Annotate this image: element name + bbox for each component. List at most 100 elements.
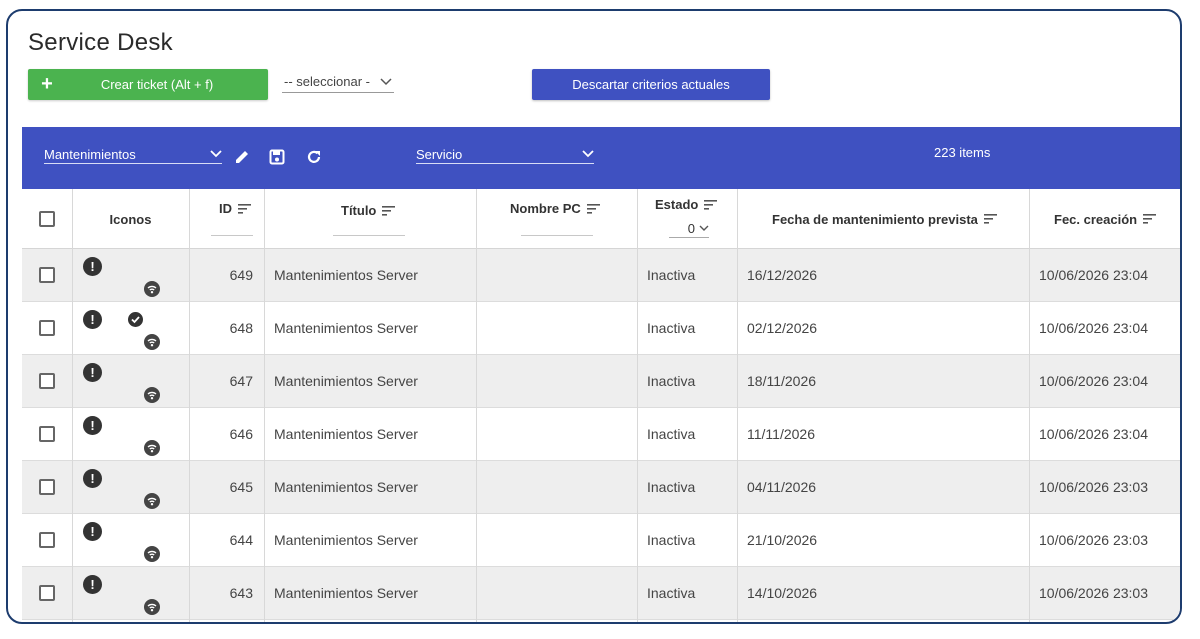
row-checkbox[interactable] [39,585,55,601]
status-filter-select[interactable]: 0 [669,220,709,238]
status-filter-value: 0 [687,221,695,236]
row-pc-name [476,514,637,566]
row-status: Inactiva [647,320,696,336]
view-select[interactable]: Mantenimientos [44,145,222,164]
title-filter-input[interactable] [333,235,405,236]
col-pc-name[interactable]: Nombre PC [476,189,637,249]
row-status: Inactiva [647,532,696,548]
row-created: 10/06/2026 23:04 [1039,373,1148,389]
sort-icon[interactable] [238,202,251,217]
alert-icon: ! [83,575,102,594]
template-select[interactable]: -- seleccionar - [282,71,394,93]
row-title[interactable]: Mantenimientos Server [264,514,476,566]
chevron-down-icon [699,225,709,231]
row-maint-date: 02/12/2026 [747,320,818,336]
row-icons: ! [72,408,189,460]
row-icons: ! [72,461,189,513]
app-window: Service Desk + Crear ticket (Alt + f) --… [6,9,1182,624]
chevron-down-icon [582,150,594,158]
row-status: Inactiva [647,426,696,442]
wifi-icon [144,387,160,403]
service-select-value: Servicio [416,146,463,162]
table-header: Iconos ID Título Nombre PC Estado 0 Fech… [22,189,1180,249]
alert-icon: ! [83,522,102,541]
table-row[interactable]: ! 644 Mantenimientos Server Inactiva 21/… [22,514,1180,567]
col-created[interactable]: Fec. creación [1029,189,1180,249]
create-ticket-label: Crear ticket (Alt + f) [100,77,214,92]
wifi-icon [144,281,160,297]
table-row[interactable]: ! 648 Mantenimientos Server Inactiva 02/… [22,302,1180,355]
col-id[interactable]: ID [189,189,264,249]
row-pc-name [476,302,637,354]
row-checkbox[interactable] [39,532,55,548]
service-select[interactable]: Servicio [416,145,594,164]
pc-name-filter-input[interactable] [521,235,593,236]
table-row[interactable]: ! 643 Mantenimientos Server Inactiva 14/… [22,567,1180,620]
row-pc-name [476,567,637,619]
row-title[interactable]: Mantenimientos Server [264,302,476,354]
row-status: Inactiva [647,373,696,389]
row-title[interactable]: Mantenimientos Server [264,408,476,460]
wifi-icon [144,546,160,562]
sort-icon[interactable] [983,212,997,227]
table-row[interactable]: ! 646 Mantenimientos Server Inactiva 11/… [22,408,1180,461]
save-icon[interactable] [267,147,287,167]
row-maint-date: 04/11/2026 [747,479,817,495]
wifi-icon [144,599,160,615]
col-pc-name-label: Nombre PC [510,201,581,216]
row-created: 10/06/2026 23:04 [1039,320,1148,336]
col-status[interactable]: Estado 0 [637,189,737,249]
id-filter-input[interactable] [211,235,253,236]
row-icons: ! [72,355,189,407]
row-checkbox[interactable] [39,373,55,389]
edit-icon[interactable] [232,147,252,167]
sort-icon[interactable] [704,198,718,213]
row-checkbox[interactable] [39,320,55,336]
row-title[interactable]: Mantenimientos Server [264,461,476,513]
row-title[interactable]: Mantenimientos Server [264,355,476,407]
row-id: 645 [229,479,253,495]
table-row[interactable]: ! 647 Mantenimientos Server Inactiva 18/… [22,355,1180,408]
view-select-value: Mantenimientos [44,146,136,162]
row-checkbox[interactable] [39,267,55,283]
table-row[interactable]: ! 649 Mantenimientos Server Inactiva 16/… [22,249,1180,302]
alert-icon: ! [83,363,102,382]
sort-icon[interactable] [586,202,600,217]
col-icons: Iconos [109,211,152,227]
sort-icon[interactable] [382,204,396,219]
refresh-icon[interactable] [304,147,324,167]
row-maint-date: 16/12/2026 [747,267,818,283]
row-title[interactable]: Mantenimientos Server [264,249,476,301]
alert-icon: ! [83,310,102,329]
select-all-checkbox[interactable] [39,211,55,227]
col-id-label: ID [219,201,232,216]
create-ticket-button[interactable]: + Crear ticket (Alt + f) [28,69,268,100]
row-id: 647 [229,373,253,389]
col-created-label: Fec. creación [1054,211,1138,227]
check-icon [128,312,143,327]
col-title-label: Título [341,203,377,218]
row-icons: ! [72,302,189,354]
row-title[interactable]: Mantenimientos Server [264,567,476,619]
row-maint-date: 14/10/2026 [747,585,818,601]
wifi-icon [144,334,160,350]
row-icons: ! [72,514,189,566]
alert-icon: ! [83,257,102,276]
sort-icon[interactable] [1143,212,1157,227]
col-status-label: Estado [655,197,699,212]
row-created: 10/06/2026 23:03 [1039,585,1148,601]
col-maint-date-label: Fecha de mantenimiento prevista [772,211,978,227]
row-checkbox[interactable] [39,479,55,495]
plus-icon: + [41,73,53,95]
items-count: 223 items [934,145,991,160]
table-row[interactable]: ! 645 Mantenimientos Server Inactiva 04/… [22,461,1180,514]
row-id: 648 [229,320,253,336]
col-maint-date[interactable]: Fecha de mantenimiento prevista [737,189,1029,249]
row-created: 10/06/2026 23:03 [1039,532,1148,548]
row-maint-date: 21/10/2026 [747,532,818,548]
row-pc-name [476,249,637,301]
col-title[interactable]: Título [264,189,476,249]
row-created: 10/06/2026 23:03 [1039,479,1148,495]
row-checkbox[interactable] [39,426,55,442]
discard-criteria-button[interactable]: Descartar criterios actuales [532,69,770,100]
